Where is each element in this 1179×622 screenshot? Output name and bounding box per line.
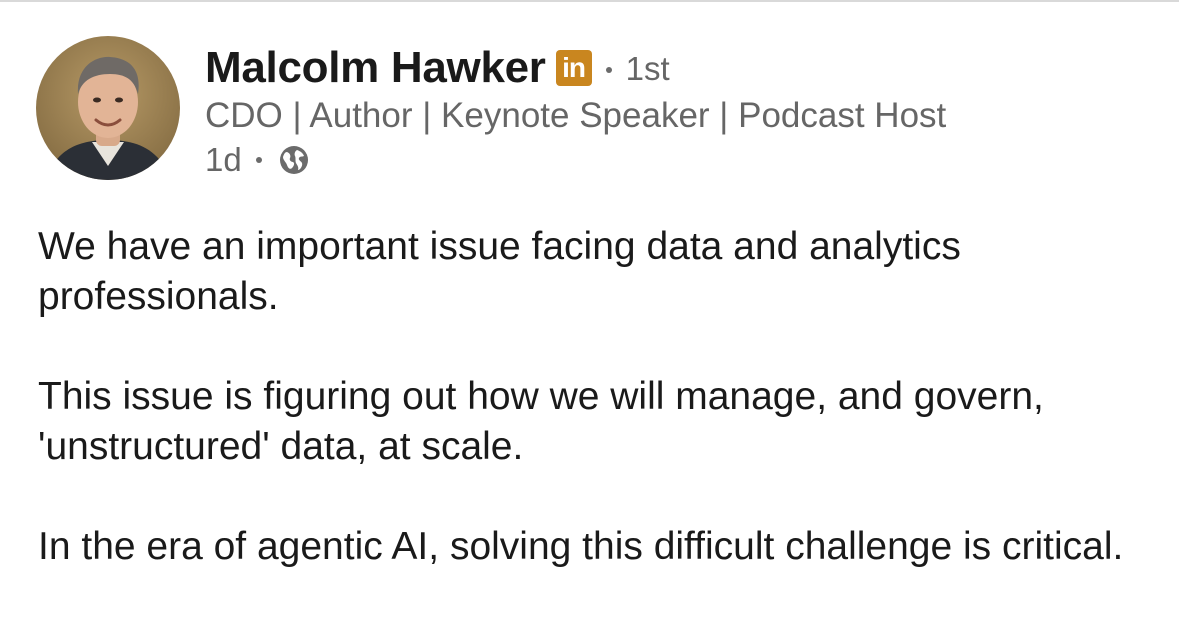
author-name[interactable]: Malcolm Hawker [205,40,546,96]
avatar-photo-icon [46,56,170,180]
top-divider [0,0,1179,2]
linkedin-icon: in [555,50,592,86]
author-headline: CDO | Author | Keynote Speaker | Podcast… [205,96,947,135]
post-paragraph: This issue is figuring out how we will m… [38,375,1044,468]
post-timestamp: 1d [205,141,242,178]
post-paragraph: We have an important issue facing data a… [38,225,961,318]
author-name-row: Malcolm Hawker in 1st [205,40,670,96]
author-avatar[interactable] [36,36,180,180]
post-meta: 1d [205,138,310,182]
connection-degree: 1st [625,50,670,87]
separator-dot [255,157,262,163]
post-paragraph: In the era of agentic AI, solving this d… [38,525,1124,568]
globe-icon [279,146,308,174]
post-body: We have an important issue facing data a… [38,222,1148,622]
linkedin-badge-text: in [562,52,586,83]
separator-dot [605,67,612,73]
